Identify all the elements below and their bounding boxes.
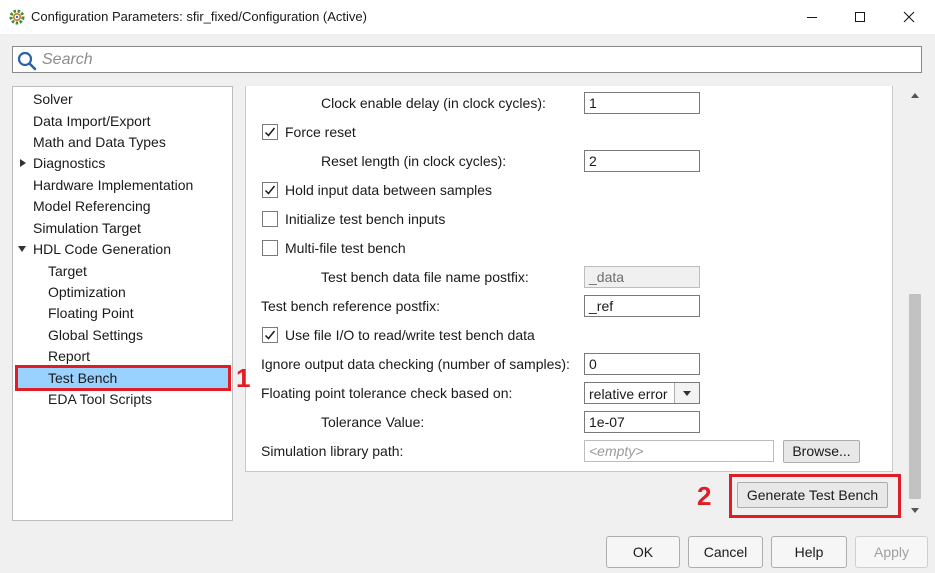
use-file-io-label: Use file I/O to read/write test bench da…: [285, 327, 535, 343]
sidebar-item-label: Model Referencing: [33, 198, 151, 214]
scroll-up-arrow-icon[interactable]: [910, 91, 920, 99]
sidebar-item-label: Optimization: [48, 284, 126, 300]
sidebar-item-model-referencing[interactable]: Model Referencing: [33, 196, 151, 217]
tolerance-value-label: Tolerance Value:: [321, 414, 425, 430]
sidebar-item-label: Hardware Implementation: [33, 177, 194, 193]
sidebar-item-report[interactable]: Report: [48, 346, 90, 367]
reset-length-field[interactable]: 2: [584, 150, 700, 172]
window-title: Configuration Parameters: sfir_fixed/Con…: [31, 9, 367, 24]
search-icon: [17, 51, 37, 74]
sidebar-item-hardware-implementation[interactable]: Hardware Implementation: [33, 175, 193, 196]
data-file-postfix-field[interactable]: _data: [584, 266, 700, 288]
sidebar-item-simulation-target[interactable]: Simulation Target: [33, 218, 141, 239]
search-box[interactable]: [12, 46, 922, 73]
sim-library-label: Simulation library path:: [261, 443, 404, 459]
sidebar-item-floating-point[interactable]: Floating Point: [48, 303, 134, 324]
init-inputs-checkbox[interactable]: [262, 211, 278, 227]
close-button[interactable]: [886, 0, 932, 34]
sidebar-item-label: EDA Tool Scripts: [48, 391, 153, 407]
scroll-thumb[interactable]: [909, 294, 921, 499]
fp-tolerance-dropdown[interactable]: relative error: [584, 382, 700, 404]
init-inputs-label: Initialize test bench inputs: [285, 211, 446, 227]
test-bench-settings-panel: Clock enable delay (in clock cycles): 1 …: [245, 86, 893, 472]
cancel-button[interactable]: Cancel: [688, 536, 763, 568]
sidebar-item-label: Solver: [33, 91, 73, 107]
expand-arrow-icon[interactable]: [18, 158, 28, 168]
checkmark-icon: [264, 330, 276, 340]
browse-button[interactable]: Browse...: [783, 440, 860, 463]
vertical-scrollbar[interactable]: [906, 86, 923, 521]
sim-library-field[interactable]: <empty>: [584, 440, 774, 462]
annotation-box-2: [729, 474, 901, 518]
annotation-number-2: 2: [697, 481, 712, 511]
sidebar-item-label: Math and Data Types: [33, 134, 166, 150]
close-icon: [903, 11, 915, 23]
sidebar-item-data-import-export[interactable]: Data Import/Export: [33, 111, 151, 132]
annotation-number-1: 1: [236, 363, 251, 393]
reference-postfix-field[interactable]: _ref: [584, 295, 700, 317]
hold-input-checkbox[interactable]: [262, 182, 278, 198]
help-button[interactable]: Help: [771, 536, 847, 568]
sidebar-item-solver[interactable]: Solver: [33, 89, 73, 110]
sidebar-item-target[interactable]: Target: [48, 261, 87, 282]
sidebar-item-label: Data Import/Export: [33, 113, 151, 129]
sidebar-item-hdl-code-generation[interactable]: HDL Code Generation: [33, 239, 171, 260]
minimize-button[interactable]: [789, 0, 835, 34]
checkmark-icon: [264, 185, 276, 195]
maximize-button[interactable]: [837, 0, 883, 34]
gear-icon: [9, 9, 25, 25]
ok-button[interactable]: OK: [606, 536, 680, 568]
sidebar-item-label: Target: [48, 263, 87, 279]
sidebar-item-diagnostics[interactable]: Diagnostics: [33, 153, 105, 174]
multi-file-label: Multi-file test bench: [285, 240, 406, 256]
sidebar-item-optimization[interactable]: Optimization: [48, 282, 126, 303]
data-file-postfix-label: Test bench data file name postfix:: [321, 269, 529, 285]
clock-enable-delay-field[interactable]: 1: [584, 92, 700, 114]
sidebar-item-eda-tool-scripts[interactable]: EDA Tool Scripts: [48, 389, 152, 410]
sidebar-item-math-and-data-types[interactable]: Math and Data Types: [33, 132, 166, 153]
chevron-down-icon: [674, 383, 699, 403]
reference-postfix-label: Test bench reference postfix:: [261, 298, 440, 314]
hold-input-label: Hold input data between samples: [285, 182, 493, 198]
checkmark-icon: [264, 127, 276, 137]
sidebar-item-label: Global Settings: [48, 327, 143, 343]
fp-tolerance-label: Floating point tolerance check based on:: [261, 385, 513, 401]
collapse-arrow-icon[interactable]: [17, 244, 27, 254]
clock-enable-delay-label: Clock enable delay (in clock cycles):: [321, 95, 546, 111]
sidebar-item-label: HDL Code Generation: [33, 241, 172, 257]
force-reset-checkbox[interactable]: [262, 124, 278, 140]
category-tree: Solver Data Import/Export Math and Data …: [12, 86, 233, 521]
reset-length-label: Reset length (in clock cycles):: [321, 153, 507, 169]
annotation-box-1: [15, 365, 231, 391]
ignore-output-label: Ignore output data checking (number of s…: [261, 356, 570, 372]
multi-file-checkbox[interactable]: [262, 240, 278, 256]
scroll-down-arrow-icon[interactable]: [910, 507, 920, 515]
tolerance-value-field[interactable]: 1e-07: [584, 411, 700, 433]
minimize-icon: [807, 17, 817, 18]
maximize-icon: [855, 12, 865, 22]
sidebar-item-label: Report: [48, 348, 91, 364]
use-file-io-checkbox[interactable]: [262, 327, 278, 343]
sidebar-item-label: Simulation Target: [33, 220, 141, 236]
fp-tolerance-value: relative error: [589, 386, 668, 402]
title-bar: Configuration Parameters: sfir_fixed/Con…: [0, 0, 935, 34]
force-reset-label: Force reset: [285, 124, 356, 140]
ignore-output-field[interactable]: 0: [584, 353, 700, 375]
apply-button[interactable]: Apply: [855, 536, 928, 568]
sidebar-item-label: Diagnostics: [33, 155, 106, 171]
sidebar-item-global-settings[interactable]: Global Settings: [48, 325, 143, 346]
sidebar-item-label: Floating Point: [48, 305, 134, 321]
search-input[interactable]: [42, 48, 912, 71]
